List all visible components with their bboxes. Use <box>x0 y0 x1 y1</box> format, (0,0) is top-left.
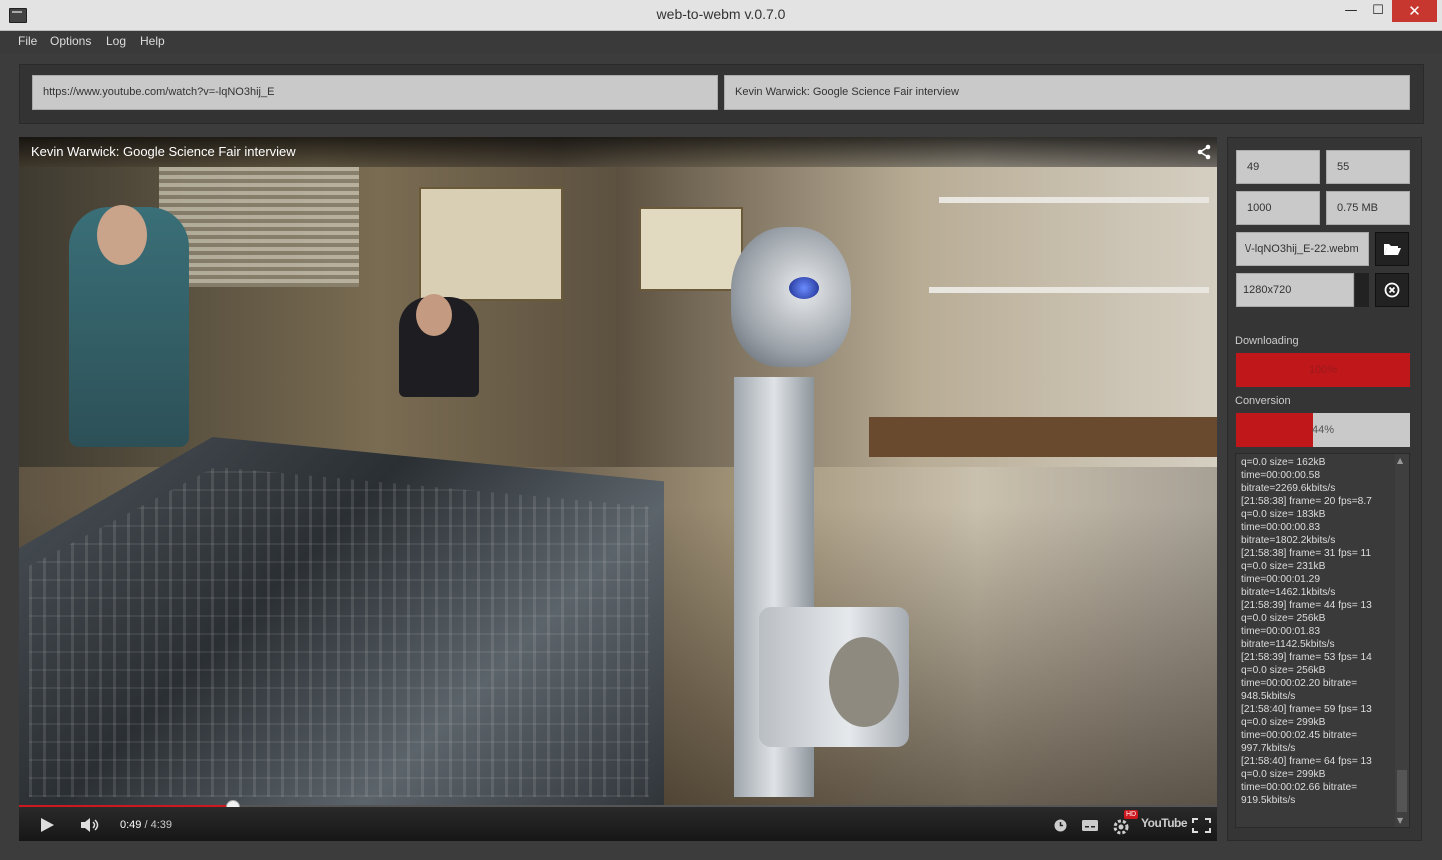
play-icon[interactable] <box>39 817 55 833</box>
video-player[interactable]: Kevin Warwick: Google Science Fair inter… <box>19 137 1217 841</box>
log-line: q=0.0 size= 299kB <box>1241 769 1326 780</box>
robot-eye <box>789 277 819 299</box>
gear-icon[interactable] <box>1112 817 1130 835</box>
resolution-dropdown-arrow[interactable] <box>1355 273 1369 307</box>
circuit-pattern <box>29 467 649 797</box>
window-blinds <box>159 167 359 287</box>
shelf-lower <box>929 287 1209 293</box>
end-time-input[interactable]: 55 <box>1326 150 1410 184</box>
captions-icon[interactable] <box>1082 820 1098 831</box>
log-line: q=0.0 size= 183kB <box>1241 509 1326 520</box>
video-controls: 0:49 / 4:39 HD YouTube <box>19 807 1217 841</box>
log-line: [21:58:39] frame= 44 fps= 13 <box>1241 600 1372 611</box>
video-title-bar: Kevin Warwick: Google Science Fair inter… <box>19 137 1217 167</box>
log-line: bitrate=1462.1kbits/s <box>1241 587 1336 598</box>
seated-head <box>416 294 452 336</box>
log-line: [21:58:39] frame= 53 fps= 14 <box>1241 652 1372 663</box>
log-line: time=00:00:01.29 <box>1241 574 1321 585</box>
cabinet <box>419 187 563 301</box>
log-line: q=0.0 size= 299kB <box>1241 717 1326 728</box>
conversion-percent: 44% <box>1311 424 1335 436</box>
downloading-percent: 100% <box>1308 364 1338 376</box>
close-button[interactable]: ✕ <box>1392 0 1437 22</box>
log-scrollbar[interactable]: ▲ ▼ <box>1395 454 1409 827</box>
open-folder-button[interactable] <box>1375 232 1409 266</box>
current-time: 0:49 <box>120 819 142 831</box>
log-line: time=00:00:02.66 bitrate= <box>1241 782 1358 793</box>
volume-icon[interactable] <box>80 817 102 833</box>
minimize-button[interactable]: — <box>1337 0 1365 22</box>
folder-open-icon <box>1384 244 1401 255</box>
log-line: time=00:00:00.83 <box>1241 522 1321 533</box>
downloading-label: Downloading <box>1235 335 1299 347</box>
menu-bar: File Options Log Help <box>0 31 1442 53</box>
bitrate-input[interactable]: 1000 <box>1236 191 1320 225</box>
menu-options[interactable]: Options <box>50 34 91 48</box>
workbench <box>869 417 1217 457</box>
title-input[interactable]: Kevin Warwick: Google Science Fair inter… <box>724 75 1410 110</box>
output-path-input[interactable]: \/-lqNO3hij_E-22.webm <box>1236 232 1369 266</box>
share-icon[interactable] <box>1196 144 1212 160</box>
log-line: time=00:00:01.83 <box>1241 626 1321 637</box>
video-time: 0:49 / 4:39 <box>120 819 172 831</box>
cancel-button[interactable] <box>1375 273 1409 307</box>
log-output[interactable]: q=0.0 size= 162kB time=00:00:00.58 bitrate… <box>1235 453 1410 828</box>
log-line: time=00:00:02.45 bitrate= <box>1241 730 1358 741</box>
log-line: time=00:00:00.58 <box>1241 470 1321 481</box>
hd-badge: HD <box>1124 810 1139 819</box>
scroll-down-icon[interactable]: ▼ <box>1397 816 1403 825</box>
time-separator: / <box>141 819 151 831</box>
log-line: [21:58:38] frame= 20 fps=8.7 <box>1241 496 1372 507</box>
log-line: time=00:00:02.20 bitrate= <box>1241 678 1358 689</box>
fullscreen-icon[interactable] <box>1192 818 1211 833</box>
log-line: 997.7kbits/s <box>1241 743 1296 754</box>
log-line: 948.5kbits/s <box>1241 691 1296 702</box>
menu-log[interactable]: Log <box>106 34 126 48</box>
clock-icon[interactable] <box>1054 819 1067 832</box>
cabinet-right <box>639 207 743 291</box>
menu-help[interactable]: Help <box>140 34 165 48</box>
person-head <box>97 205 147 265</box>
robot-joint-cap <box>829 637 899 727</box>
resolution-select[interactable]: 1280x720 <box>1236 273 1354 307</box>
menu-file[interactable]: File <box>18 34 37 48</box>
scroll-up-icon[interactable]: ▲ <box>1397 456 1403 465</box>
conversion-label: Conversion <box>1235 395 1291 407</box>
maximize-button[interactable]: ☐ <box>1364 0 1392 22</box>
log-line: q=0.0 size= 256kB <box>1241 613 1326 624</box>
shelf-upper <box>939 197 1209 203</box>
log-scroll-thumb[interactable] <box>1397 770 1407 812</box>
log-line: [21:58:40] frame= 64 fps= 13 <box>1241 756 1372 767</box>
conversion-progress-bar: 44% <box>1236 413 1410 447</box>
size-input[interactable]: 0.75 MB <box>1326 191 1410 225</box>
log-line: [21:58:40] frame= 59 fps= 13 <box>1241 704 1372 715</box>
video-duration: 4:39 <box>150 819 173 831</box>
log-line: bitrate=1142.5kbits/s <box>1241 639 1335 650</box>
window-title: web-to-webm v.0.7.0 <box>656 6 786 22</box>
log-line: bitrate=1802.2kbits/s <box>1241 535 1336 546</box>
log-line: [21:58:38] frame= 31 fps= 11 <box>1241 548 1372 559</box>
log-line: 919.5kbits/s <box>1241 795 1296 806</box>
video-title[interactable]: Kevin Warwick: Google Science Fair inter… <box>31 144 296 159</box>
log-line: bitrate=2269.6kbits/s <box>1241 483 1336 494</box>
log-line: q=0.0 size= 256kB <box>1241 665 1326 676</box>
start-time-input[interactable]: 49 <box>1236 150 1320 184</box>
downloading-progress-bar: 100% <box>1236 353 1410 387</box>
robot-skull <box>731 227 851 367</box>
log-line: q=0.0 size= 231kB <box>1241 561 1326 572</box>
video-frame[interactable] <box>19 137 1217 807</box>
log-line: q=0.0 size= 162kB <box>1241 457 1326 468</box>
window-titlebar: web-to-webm v.0.7.0 — ☐ ✕ <box>0 0 1442 31</box>
log-text: q=0.0 size= 162kB time=00:00:00.58 bitrate… <box>1241 456 1393 807</box>
cancel-icon <box>1384 282 1400 298</box>
url-input[interactable]: https://www.youtube.com/watch?v=-lqNO3hi… <box>32 75 718 110</box>
youtube-logo[interactable]: YouTube <box>1141 816 1188 830</box>
